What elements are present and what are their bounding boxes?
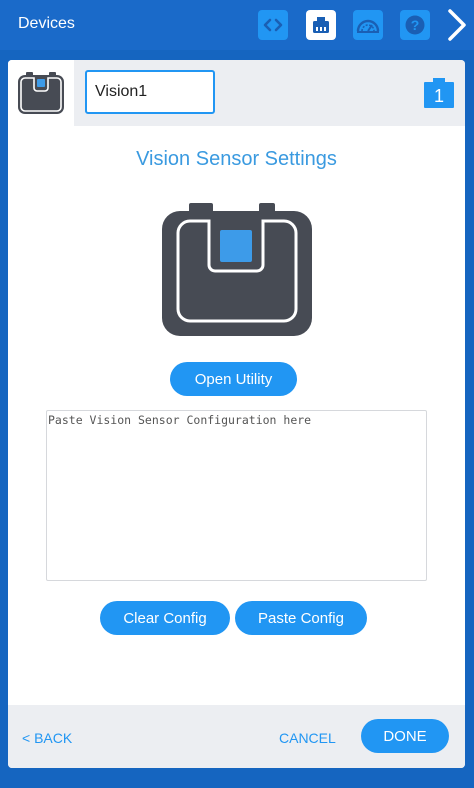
device-icon <box>313 17 329 33</box>
vision-sensor-illustration <box>162 203 312 336</box>
vision-sensor-icon <box>18 72 64 114</box>
paste-config-button[interactable]: Paste Config <box>235 601 367 635</box>
device-name-input[interactable] <box>85 70 215 114</box>
devices-button[interactable] <box>306 10 336 40</box>
dashboard-button[interactable] <box>353 10 383 40</box>
top-bar: Devices ? <box>0 0 474 50</box>
vision-sensor-card: 1 Vision Sensor Settings Open Utility Cl… <box>8 60 465 768</box>
settings-title: Vision Sensor Settings <box>136 148 337 170</box>
open-utility-button[interactable]: Open Utility <box>170 362 297 396</box>
dashboard-icon <box>356 19 380 33</box>
code-button[interactable] <box>258 10 288 40</box>
footer-bar: < BACK CANCEL DONE <box>8 705 465 768</box>
config-textarea[interactable] <box>46 410 427 581</box>
done-button[interactable]: DONE <box>361 719 449 753</box>
device-tile[interactable] <box>8 60 74 126</box>
clear-config-button[interactable]: Clear Config <box>100 601 230 635</box>
cancel-button[interactable]: CANCEL <box>279 730 336 746</box>
code-icon <box>263 18 283 32</box>
device-header: 1 <box>8 60 465 126</box>
help-button[interactable]: ? <box>400 10 430 40</box>
back-button[interactable]: < BACK <box>22 730 72 746</box>
svg-text:?: ? <box>411 17 420 33</box>
help-icon: ? <box>405 15 425 35</box>
port-badge: 1 <box>424 78 454 108</box>
page-title: Devices <box>18 15 75 32</box>
chevron-right-icon[interactable] <box>444 8 470 42</box>
port-number: 1 <box>433 86 444 106</box>
